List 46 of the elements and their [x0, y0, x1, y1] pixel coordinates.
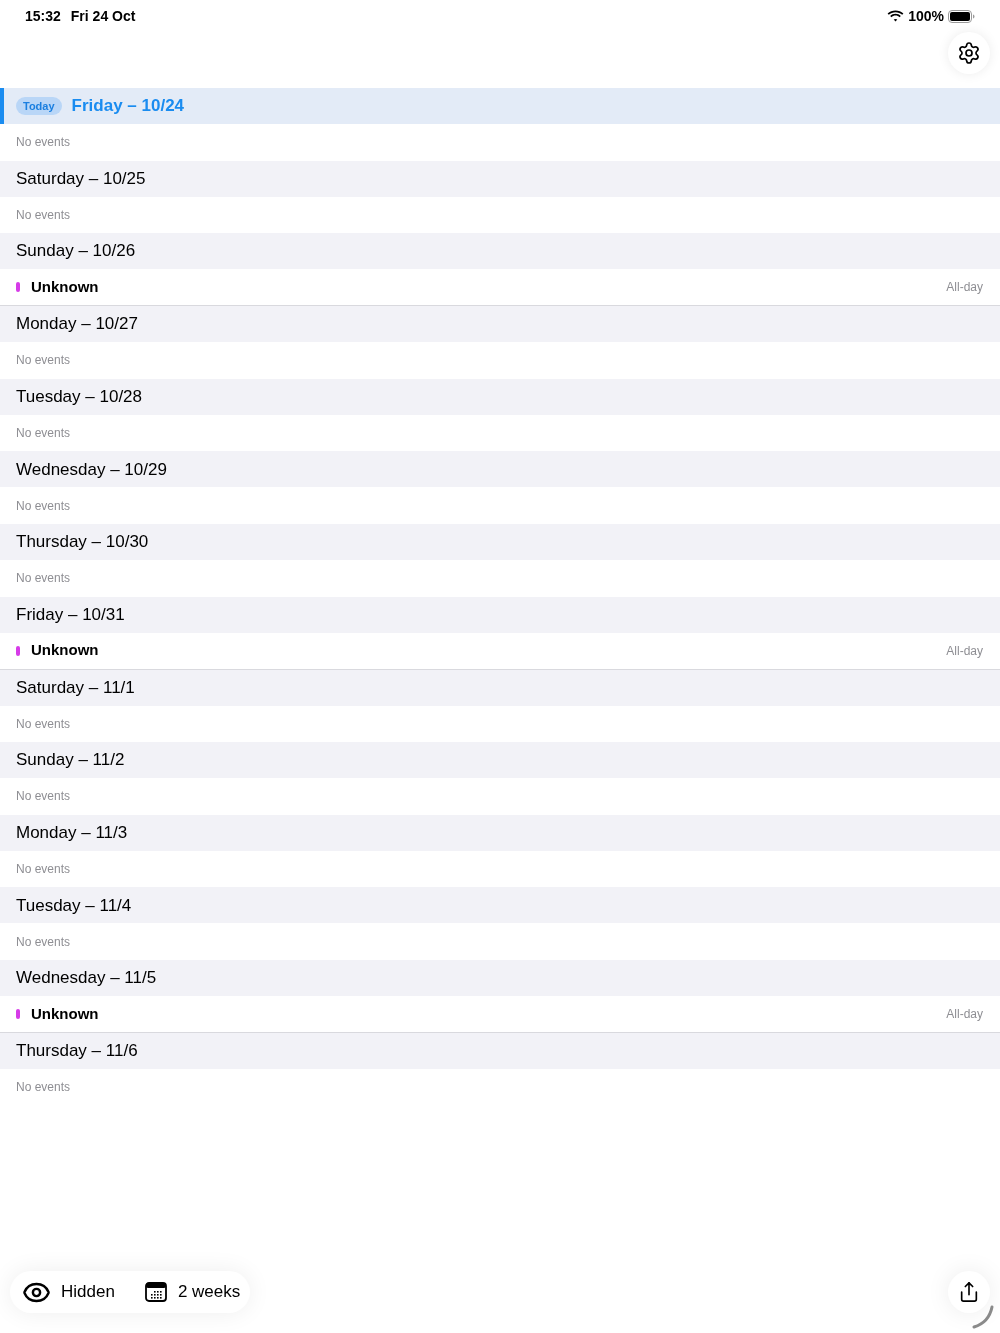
no-events-text: No events	[16, 497, 71, 515]
no-events-text: No events	[16, 206, 71, 224]
share-button[interactable]	[948, 1271, 990, 1313]
no-events-text: No events	[16, 1079, 71, 1097]
day-title: Tuesday – 10/28	[16, 386, 142, 409]
day-title: Monday – 11/3	[16, 822, 128, 844]
range-button[interactable]: 2 weeks	[144, 1279, 241, 1305]
day-title: Saturday – 10/25	[16, 167, 146, 190]
day-title: Tuesday – 11/4	[16, 894, 132, 917]
day-title: Friday – 10/24	[71, 95, 185, 118]
status-time: 15:32	[25, 6, 61, 26]
visibility-button[interactable]: Hidden	[22, 1277, 115, 1307]
event-time: All-day	[946, 1005, 983, 1023]
calendar-icon	[144, 1282, 167, 1302]
event-title: Unknown	[31, 276, 99, 297]
settings-button[interactable]	[948, 32, 990, 74]
status-date: Fri 24 Oct	[70, 6, 136, 26]
battery-percent: 100%	[908, 6, 944, 26]
day-title: Friday – 10/31	[16, 603, 125, 626]
no-events-text: No events	[16, 134, 71, 152]
no-events-text: No events	[16, 788, 71, 806]
day-title: Wednesday – 11/5	[16, 967, 157, 990]
no-events-text: No events	[16, 352, 71, 370]
wifi-icon	[887, 10, 905, 22]
share-icon	[958, 1281, 980, 1303]
battery-icon	[948, 9, 975, 23]
no-events-text: No events	[16, 570, 71, 588]
day-title: Sunday – 10/26	[16, 240, 136, 263]
corner-arc-icon	[971, 1305, 995, 1329]
event-title: Unknown	[31, 640, 99, 661]
event-title: Unknown	[31, 1003, 99, 1024]
event-time: All-day	[946, 642, 983, 660]
day-title: Thursday – 10/30	[16, 531, 149, 554]
no-events-text: No events	[16, 861, 71, 879]
day-title: Saturday – 11/1	[16, 676, 135, 699]
no-events-text: No events	[16, 933, 71, 951]
today-badge: Today	[16, 96, 62, 116]
event-time: All-day	[946, 279, 983, 297]
settings-icon	[957, 41, 981, 65]
day-title: Wednesday – 10/29	[16, 458, 167, 481]
day-title: Sunday – 11/2	[16, 749, 125, 772]
day-title: Monday – 10/27	[16, 313, 138, 336]
day-title: Thursday – 11/6	[16, 1040, 138, 1063]
no-events-text: No events	[16, 715, 71, 733]
no-events-text: No events	[16, 425, 71, 443]
today-indicator	[0, 88, 4, 124]
